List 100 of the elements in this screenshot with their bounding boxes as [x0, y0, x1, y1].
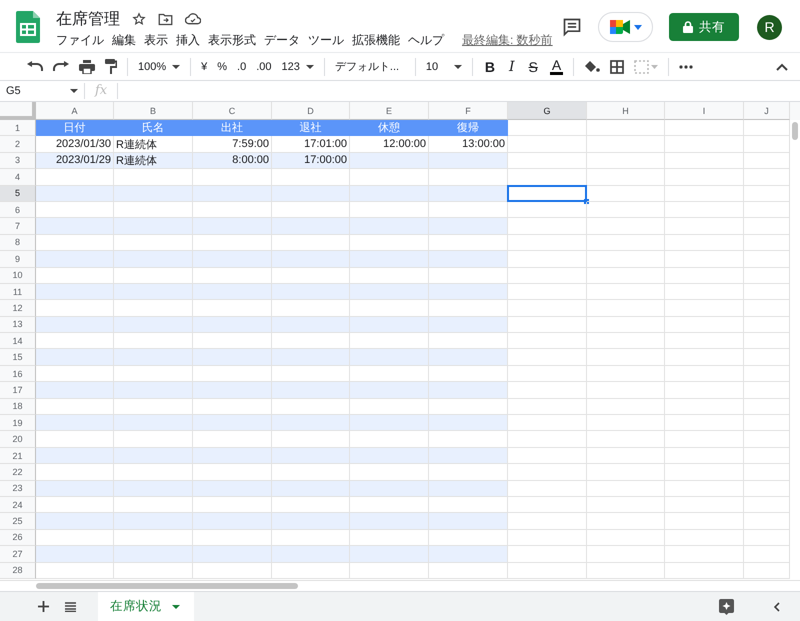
number-format-dropdown[interactable]: 123 [282, 60, 314, 72]
table-cell[interactable] [508, 513, 587, 530]
table-cell[interactable]: 17:00:00 [272, 152, 350, 170]
table-cell[interactable] [665, 562, 744, 579]
table-cell[interactable] [665, 480, 744, 497]
table-cell[interactable] [587, 464, 665, 481]
table-cell[interactable] [665, 530, 744, 546]
table-cell[interactable] [508, 316, 587, 334]
percent-button[interactable]: % [217, 60, 228, 72]
table-cell[interactable] [587, 152, 665, 170]
table-cell[interactable] [36, 546, 114, 563]
menu-item[interactable]: ヘルプ [408, 32, 449, 49]
table-cell[interactable] [587, 530, 665, 546]
select-all-corner[interactable] [0, 102, 36, 120]
table-cell[interactable] [587, 136, 665, 153]
table-cell[interactable] [587, 562, 665, 579]
table-cell[interactable] [272, 186, 350, 202]
row-header[interactable]: 26 [0, 530, 36, 546]
table-cell[interactable] [665, 202, 744, 218]
table-cell[interactable] [114, 546, 193, 563]
table-cell[interactable] [36, 415, 114, 432]
text-style-button[interactable]: S [526, 58, 540, 74]
table-cell[interactable] [508, 480, 587, 497]
table-cell[interactable] [429, 480, 508, 497]
table-cell[interactable] [429, 513, 508, 530]
table-cell[interactable] [272, 251, 350, 268]
row-header[interactable]: 27 [0, 546, 36, 563]
font-size-dropdown[interactable]: 10 [426, 60, 462, 72]
table-cell[interactable] [272, 218, 350, 235]
table-cell[interactable] [272, 349, 350, 366]
table-cell[interactable] [429, 382, 508, 399]
row-header[interactable]: 23 [0, 480, 36, 497]
table-cell[interactable] [508, 366, 587, 382]
redo-icon[interactable] [53, 60, 69, 72]
table-cell[interactable] [587, 415, 665, 432]
document-title[interactable]: 在席管理 [56, 8, 120, 30]
table-cell[interactable] [508, 431, 587, 448]
table-cell[interactable] [508, 546, 587, 563]
table-cell[interactable] [665, 415, 744, 432]
table-cell[interactable] [350, 513, 429, 530]
table-cell[interactable] [587, 186, 665, 202]
merge-cells-icon[interactable] [634, 60, 658, 74]
table-cell[interactable] [350, 448, 429, 464]
table-cell[interactable] [36, 284, 114, 300]
print-icon[interactable] [79, 60, 95, 74]
table-cell[interactable] [114, 513, 193, 530]
table-cell[interactable]: 8:00:00 [193, 152, 272, 170]
table-cell[interactable] [665, 448, 744, 464]
table-cell[interactable]: 復帰 [429, 120, 508, 136]
table-cell[interactable] [508, 349, 587, 366]
table-cell[interactable]: 2023/01/29 [36, 152, 114, 170]
table-cell[interactable] [508, 268, 587, 284]
table-cell[interactable] [587, 382, 665, 399]
table-cell[interactable] [114, 562, 193, 579]
fill-color-icon[interactable] [584, 60, 600, 74]
sheet-tab[interactable]: 在席状況 [98, 592, 194, 621]
table-cell[interactable] [272, 448, 350, 464]
table-cell[interactable] [665, 300, 744, 317]
table-cell[interactable] [193, 546, 272, 563]
row-header[interactable]: 28 [0, 562, 36, 579]
table-cell[interactable] [587, 268, 665, 284]
table-cell[interactable] [272, 480, 350, 497]
last-edit-link[interactable]: 最終編集: 数秒前 [462, 32, 553, 49]
table-cell[interactable] [272, 382, 350, 399]
table-cell[interactable] [508, 300, 587, 317]
comment-icon[interactable] [562, 17, 582, 37]
table-cell[interactable] [508, 120, 587, 136]
row-header[interactable]: 14 [0, 333, 36, 350]
row-header[interactable]: 15 [0, 349, 36, 366]
column-header[interactable]: G [508, 102, 587, 120]
table-cell[interactable] [429, 251, 508, 268]
table-cell[interactable] [114, 349, 193, 366]
cloud-icon[interactable] [185, 13, 201, 25]
currency-button[interactable]: ¥ [201, 60, 208, 72]
table-cell[interactable] [587, 120, 665, 136]
table-cell[interactable] [587, 546, 665, 563]
text-style-button[interactable]: A [550, 58, 564, 74]
table-cell[interactable] [193, 448, 272, 464]
star-icon[interactable] [132, 12, 146, 26]
table-cell[interactable] [665, 120, 744, 136]
table-cell[interactable] [665, 268, 744, 284]
table-cell[interactable] [508, 152, 587, 170]
row-header[interactable]: 6 [0, 202, 36, 218]
table-cell[interactable] [36, 251, 114, 268]
table-cell[interactable] [665, 136, 744, 153]
table-cell[interactable] [36, 480, 114, 497]
table-cell[interactable] [429, 349, 508, 366]
menu-item[interactable]: 編集 [112, 32, 141, 49]
table-cell[interactable] [429, 562, 508, 579]
table-cell[interactable] [36, 382, 114, 399]
table-cell[interactable] [665, 152, 744, 170]
table-cell[interactable] [508, 218, 587, 235]
row-header[interactable]: 5 [0, 186, 36, 202]
table-cell[interactable] [429, 448, 508, 464]
table-cell[interactable] [36, 349, 114, 366]
table-cell[interactable] [272, 316, 350, 334]
row-header[interactable]: 8 [0, 234, 36, 252]
table-cell[interactable] [193, 349, 272, 366]
table-cell[interactable] [508, 234, 587, 252]
explore-icon[interactable] [719, 598, 734, 614]
